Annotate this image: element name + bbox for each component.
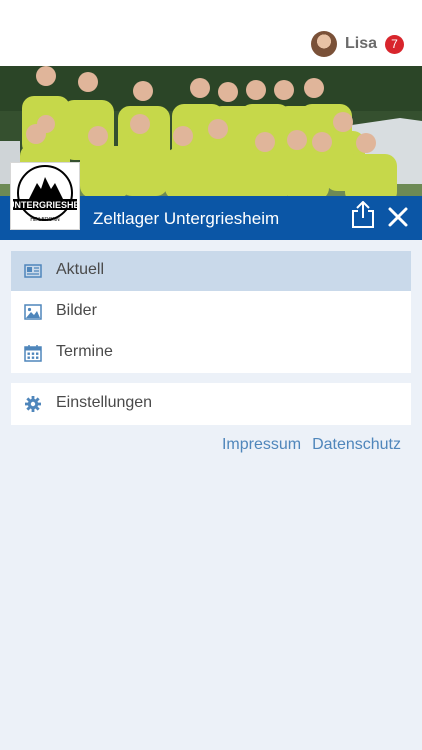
avatar[interactable] — [310, 31, 337, 57]
user-name[interactable]: Lisa — [345, 35, 377, 53]
svg-text:UNTERGRIESHEI: UNTERGRIESHEI — [11, 200, 79, 210]
user-profile[interactable]: Lisa 7 — [310, 30, 404, 58]
footer-links: Impressum Datenschutz — [222, 436, 401, 454]
menu-item-label: Termine — [56, 343, 113, 360]
menu-item-bilder[interactable]: Bilder — [11, 292, 411, 332]
share-icon — [352, 200, 374, 228]
menu-item-einstellungen[interactable]: Einstellungen — [11, 384, 411, 424]
menu-item-label: Bilder — [56, 302, 97, 319]
close-button[interactable] — [387, 206, 409, 228]
close-icon — [388, 207, 408, 227]
menu-item-label: Aktuell — [56, 261, 105, 278]
settings-menu: Einstellungen — [11, 383, 411, 425]
svg-text:HEILBRONN: HEILBRONN — [30, 217, 60, 223]
calendar-icon — [24, 345, 42, 362]
image-icon — [24, 304, 42, 320]
notification-badge[interactable]: 7 — [385, 34, 404, 54]
impressum-link[interactable]: Impressum — [222, 436, 301, 454]
menu-item-aktuell[interactable]: Aktuell — [11, 251, 411, 291]
newspaper-icon — [24, 264, 42, 278]
menu-item-label: Einstellungen — [56, 394, 153, 411]
main-menu: Aktuell Bilder Termine — [11, 251, 411, 373]
gear-icon — [25, 396, 41, 412]
club-logo-emblem: UNTERGRIESHEI HEILBRONN — [8, 165, 82, 223]
club-logo: UNTERGRIESHEI HEILBRONN — [8, 162, 82, 230]
share-button[interactable] — [351, 200, 375, 229]
page-title: Zeltlager Untergriesheim — [93, 209, 280, 228]
datenschutz-link[interactable]: Datenschutz — [312, 436, 401, 454]
top-bar: Lisa 7 — [0, 0, 422, 66]
menu-item-termine[interactable]: Termine — [11, 333, 411, 373]
